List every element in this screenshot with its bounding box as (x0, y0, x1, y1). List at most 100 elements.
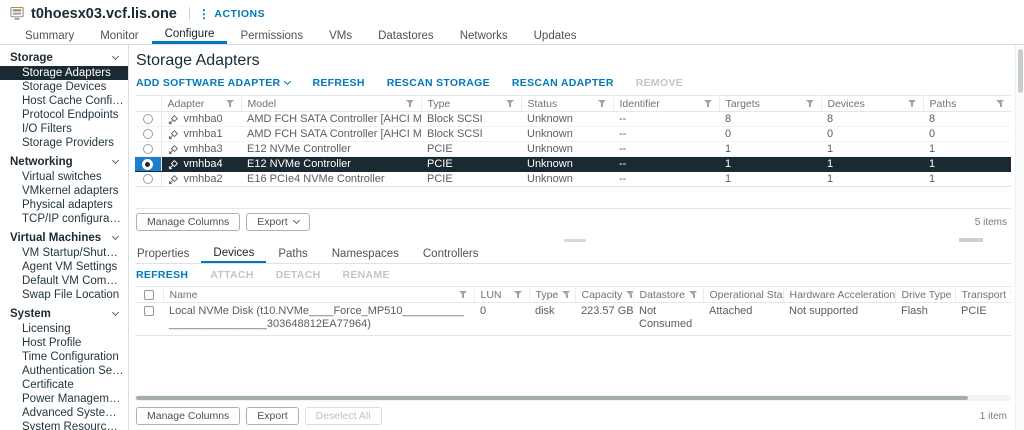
row-select-radio[interactable] (142, 114, 153, 125)
sidebar-item-tcpip-configuration[interactable]: TCP/IP configuration (0, 212, 128, 226)
sidebar-section-storage[interactable]: Storage (0, 50, 128, 66)
sidebar-item-power-management[interactable]: Power Management (0, 392, 128, 406)
adapter-type: PCIE (421, 141, 521, 157)
adapter-targets: 1 (719, 156, 821, 172)
adapter-model: E16 PCIe4 NVMe Controller (241, 171, 421, 187)
adapter-row-vmhba3[interactable]: vmhba3 E12 NVMe Controller PCIE Unknown … (135, 141, 1011, 157)
filter-icon[interactable] (626, 290, 632, 299)
tab-namespaces[interactable]: Namespaces (320, 244, 411, 263)
filter-icon[interactable] (458, 290, 468, 299)
sidebar-item-virtual-switches[interactable]: Virtual switches (0, 170, 128, 184)
filter-icon[interactable] (562, 290, 571, 299)
rescan-adapter-button[interactable]: RESCAN ADAPTER (512, 77, 614, 89)
export-button[interactable]: Export (246, 407, 299, 425)
row-select-radio[interactable] (142, 144, 153, 155)
manage-columns-button[interactable]: Manage Columns (136, 213, 241, 231)
tab-updates[interactable]: Updates (521, 27, 590, 44)
tab-devices[interactable]: Devices (201, 244, 267, 263)
device-transport: PCIE (955, 302, 1011, 336)
filter-icon[interactable] (1010, 290, 1011, 299)
sidebar-item-authentication-services[interactable]: Authentication Services (0, 364, 128, 378)
device-operational-state: Attached (703, 302, 783, 336)
rescan-storage-button[interactable]: RESCAN STORAGE (387, 77, 490, 89)
adapter-devices: 0 (821, 126, 923, 142)
tab-datastores[interactable]: Datastores (365, 27, 447, 44)
sidebar-item-vmkernel-adapters[interactable]: VMkernel adapters (0, 184, 128, 198)
horizontal-scrollbar-thumb[interactable] (136, 396, 969, 400)
sidebar-item-io-filters[interactable]: I/O Filters (0, 122, 128, 136)
filter-icon[interactable] (996, 99, 1005, 108)
filter-icon[interactable] (805, 99, 815, 108)
tab-paths[interactable]: Paths (266, 244, 319, 263)
sidebar-section-virtual-machines[interactable]: Virtual Machines (0, 230, 128, 246)
filter-icon[interactable] (597, 99, 607, 108)
horizontal-scrollbar[interactable] (135, 395, 1011, 401)
sidebar-item-time-configuration[interactable]: Time Configuration (0, 350, 128, 364)
row-select-radio[interactable] (142, 174, 153, 185)
filter-icon[interactable] (513, 290, 523, 299)
sidebar-item-storage-providers[interactable]: Storage Providers (0, 136, 128, 150)
tab-networks[interactable]: Networks (447, 27, 521, 44)
sidebar-item-swap-file-location[interactable]: Swap File Location (0, 288, 128, 302)
sidebar-item-protocol-endpoints[interactable]: Protocol Endpoints (0, 108, 128, 122)
adapter-row-vmhba0[interactable]: vmhba0 AMD FCH SATA Controller [AHCI Mod… (135, 111, 1011, 127)
sidebar-item-advanced-system-settings[interactable]: Advanced System Settings (0, 406, 128, 420)
sidebar-section-system[interactable]: System (0, 306, 128, 322)
sidebar-item-system-resource-reservation[interactable]: System Resource Reservati.. (0, 420, 128, 430)
tab-properties[interactable]: Properties (135, 244, 201, 263)
adapter-row-vmhba1[interactable]: vmhba1 AMD FCH SATA Controller [AHCI Mod… (135, 126, 1011, 142)
splitter-handle[interactable] (564, 239, 587, 242)
sidebar-item-storage-devices[interactable]: Storage Devices (0, 80, 128, 94)
adapters-grid-footer: Manage Columns Export 5 items (135, 209, 1011, 236)
device-drive-type: Flash (895, 302, 955, 336)
sidebar-item-vm-startup-shutdown[interactable]: VM Startup/Shutdown (0, 246, 128, 260)
sidebar-item-agent-vm-settings[interactable]: Agent VM Settings (0, 260, 128, 274)
refresh-button[interactable]: REFRESH (312, 77, 364, 89)
horizontal-scrollbar-thumb[interactable] (959, 238, 983, 242)
adapter-name: vmhba4 (183, 158, 223, 170)
select-all-checkbox[interactable] (143, 289, 154, 300)
sidebar-item-physical-adapters[interactable]: Physical adapters (0, 198, 128, 212)
sidebar-section-networking[interactable]: Networking (0, 154, 128, 170)
row-select-radio-checked[interactable] (142, 158, 154, 170)
adapter-row-vmhba2[interactable]: vmhba2 E16 PCIe4 NVMe Controller PCIE Un… (135, 171, 1011, 187)
filter-icon[interactable] (225, 99, 235, 108)
tab-permissions[interactable]: Permissions (227, 27, 316, 44)
vertical-scrollbar[interactable] (1015, 45, 1024, 430)
vertical-scrollbar-thumb[interactable] (1017, 49, 1023, 93)
sidebar-item-licensing[interactable]: Licensing (0, 322, 128, 336)
column-header-adapter: Adapter (167, 97, 205, 110)
adapter-model: AMD FCH SATA Controller [AHCI Mode] (241, 126, 421, 142)
sidebar-item-host-profile[interactable]: Host Profile (0, 336, 128, 350)
manage-columns-button[interactable]: Manage Columns (136, 407, 241, 425)
add-software-adapter-button[interactable]: ADD SOFTWARE ADAPTER (136, 77, 292, 89)
chevron-down-icon (111, 232, 120, 241)
actions-button[interactable]: ⋮ ACTIONS (198, 8, 265, 20)
storage-adapter-icon (168, 174, 178, 184)
sidebar-item-storage-adapters[interactable]: Storage Adapters (0, 66, 128, 80)
filter-icon[interactable] (703, 99, 713, 108)
row-select-radio[interactable] (142, 129, 153, 140)
panel-splitter[interactable] (135, 236, 1011, 244)
filter-icon[interactable] (689, 290, 698, 299)
sidebar-item-host-cache-configuration[interactable]: Host Cache Configuration (0, 94, 128, 108)
adapter-row-vmhba4-selected[interactable]: vmhba4 E12 NVMe Controller PCIE Unknown … (135, 156, 1011, 172)
rename-button: RENAME (342, 269, 390, 281)
section-label: Storage (10, 52, 53, 64)
filter-icon[interactable] (405, 99, 415, 108)
tab-summary[interactable]: Summary (12, 27, 87, 44)
tab-vms[interactable]: VMs (316, 27, 365, 44)
adapter-name: vmhba1 (183, 128, 223, 140)
adapter-name: vmhba2 (183, 173, 223, 185)
sidebar-item-certificate[interactable]: Certificate (0, 378, 128, 392)
tab-configure[interactable]: Configure (151, 27, 228, 44)
filter-icon[interactable] (505, 99, 515, 108)
tab-monitor[interactable]: Monitor (87, 27, 151, 44)
row-checkbox[interactable] (144, 306, 154, 317)
device-row-local-nvme-disk[interactable]: Local NVMe Disk (t10.NVMe____Force_MP510… (135, 302, 1011, 336)
tab-controllers[interactable]: Controllers (411, 244, 491, 263)
filter-icon[interactable] (907, 99, 917, 108)
sidebar-item-default-vm-compatibility[interactable]: Default VM Compatibility (0, 274, 128, 288)
refresh-devices-button[interactable]: REFRESH (136, 269, 188, 281)
export-button[interactable]: Export (246, 213, 310, 231)
